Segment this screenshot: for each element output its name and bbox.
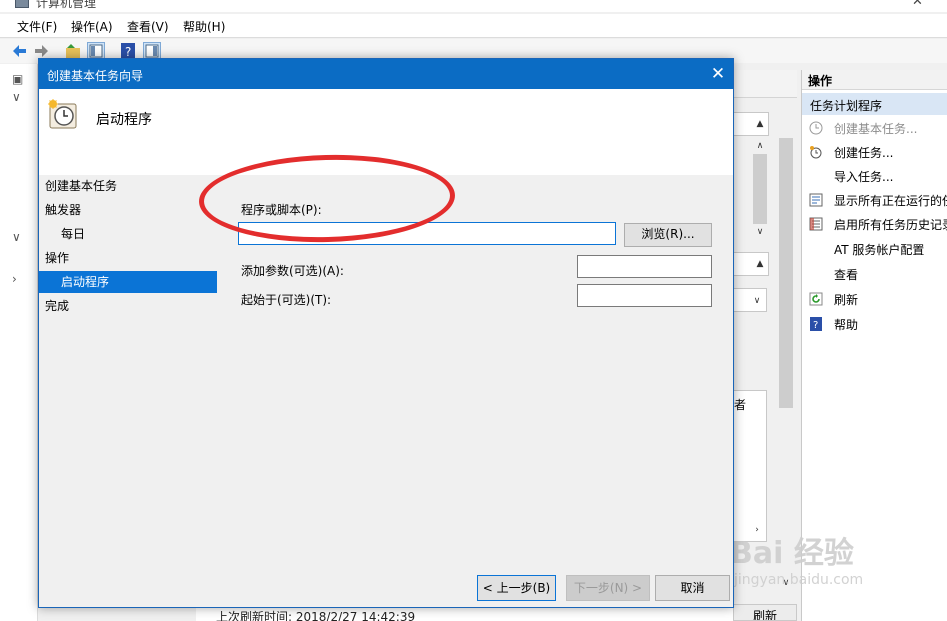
window-title: 计算机管理 bbox=[36, 0, 97, 10]
action-refresh[interactable]: 刷新 bbox=[802, 288, 947, 310]
tree-expand-icon[interactable]: ∨ bbox=[12, 230, 21, 244]
action-import-task[interactable]: 导入任务... bbox=[802, 165, 947, 187]
tree-expand-icon[interactable]: ∨ bbox=[12, 90, 21, 104]
actions-section-task-scheduler[interactable]: 任务计划程序 bbox=[802, 93, 947, 115]
svg-text:?: ? bbox=[125, 45, 131, 59]
menu-file[interactable]: 文件(F) bbox=[17, 18, 57, 35]
next-button[interactable]: 下一步(N) > bbox=[566, 575, 650, 601]
combo-box[interactable]: ▲ bbox=[733, 112, 769, 136]
step-finish[interactable]: 完成 bbox=[45, 297, 69, 314]
up-arrow-icon[interactable]: ▲ bbox=[754, 117, 766, 131]
scrollbar[interactable]: ∧ ∨ bbox=[751, 140, 769, 240]
menubar: 文件(F) 操作(A) 查看(V) 帮助(H) bbox=[0, 14, 947, 38]
center-header bbox=[733, 70, 797, 98]
action-create-basic-task[interactable]: 创建基本任务... bbox=[802, 117, 947, 139]
history-icon bbox=[809, 217, 823, 231]
computer-management-icon bbox=[15, 0, 29, 8]
start-in-label: 起始于(可选)(T): bbox=[241, 293, 332, 307]
action-show-running-tasks[interactable]: 显示所有正在运行的任务 bbox=[802, 189, 947, 211]
combo-box[interactable]: ▲ bbox=[733, 252, 769, 276]
dialog-title: 创建基本任务向导 bbox=[47, 69, 144, 83]
step-action[interactable]: 操作 bbox=[45, 249, 69, 266]
close-icon[interactable]: ✕ bbox=[703, 62, 733, 86]
action-view[interactable]: 查看 bbox=[802, 263, 947, 285]
status-bar: 上次刷新时间: 2018/2/27 14:42:39 bbox=[196, 606, 736, 621]
scrollbar[interactable] bbox=[777, 132, 795, 512]
scheduled-task-clock-icon bbox=[47, 99, 79, 131]
wizard-page-title: 启动程序 bbox=[96, 112, 152, 128]
chevron-down-icon[interactable]: ∨ bbox=[750, 294, 764, 308]
up-arrow-icon[interactable]: ▲ bbox=[754, 257, 766, 271]
menu-view[interactable]: 查看(V) bbox=[127, 18, 169, 35]
browse-button[interactable]: 浏览(R)... bbox=[624, 223, 712, 247]
cancel-button[interactable]: 取消 bbox=[655, 575, 730, 601]
dialog-titlebar: 创建基本任务向导 ✕ bbox=[39, 59, 733, 89]
action-enable-history[interactable]: 启用所有任务历史记录 bbox=[802, 213, 947, 235]
center-pane: ▲ ∧ ∨ ▲ ∨ 者 › ∨ bbox=[733, 70, 797, 621]
scroll-down-icon[interactable]: ∨ bbox=[779, 576, 793, 590]
last-refresh-text: 上次刷新时间: 2018/2/27 14:42:39 bbox=[216, 610, 416, 621]
create-basic-task-wizard: 创建基本任务向导 ✕ 启动程序 创建基本任务 触发器 每日 操作 启动程序 完成… bbox=[38, 58, 734, 608]
wizard-header: 启动程序 bbox=[39, 89, 733, 175]
tree-collapse-icon[interactable]: › bbox=[12, 272, 17, 286]
running-tasks-icon bbox=[809, 193, 823, 207]
program-script-label: 程序或脚本(P): bbox=[241, 203, 322, 217]
refresh-button[interactable]: 刷新 bbox=[733, 604, 797, 621]
dropdown[interactable]: ∨ bbox=[733, 288, 767, 312]
add-arguments-input[interactable] bbox=[577, 255, 712, 278]
window-close-icon[interactable]: ✕ bbox=[912, 0, 923, 9]
step-create-basic-task[interactable]: 创建基本任务 bbox=[45, 177, 117, 194]
actions-header: 操作 bbox=[802, 70, 947, 90]
menu-action[interactable]: 操作(A) bbox=[71, 18, 113, 35]
detail-text: 者 bbox=[734, 398, 747, 412]
create-task-icon bbox=[809, 145, 823, 159]
add-arguments-label: 添加参数(可选)(A): bbox=[241, 264, 344, 278]
refresh-icon bbox=[809, 292, 823, 306]
actions-pane: 操作 任务计划程序 创建基本任务... 创建任务... 导入任务... 显示所有… bbox=[801, 70, 947, 621]
scroll-right-icon[interactable]: › bbox=[750, 523, 764, 537]
program-script-input[interactable] bbox=[238, 222, 616, 245]
window-titlebar: 计算机管理 ✕ bbox=[0, 0, 947, 12]
action-create-task[interactable]: 创建任务... bbox=[802, 141, 947, 163]
step-daily[interactable]: 每日 bbox=[61, 225, 85, 242]
back-button[interactable]: < 上一步(B) bbox=[477, 575, 556, 601]
step-trigger[interactable]: 触发器 bbox=[45, 201, 81, 218]
action-help[interactable]: ? 帮助 bbox=[802, 313, 947, 335]
help-icon: ? bbox=[809, 317, 823, 331]
detail-box: 者 › bbox=[733, 390, 767, 542]
wizard-steps: 创建基本任务 触发器 每日 操作 启动程序 完成 bbox=[39, 175, 217, 475]
action-at-service-config[interactable]: AT 服务帐户配置 bbox=[802, 238, 947, 260]
menu-help[interactable]: 帮助(H) bbox=[183, 18, 225, 35]
svg-text:?: ? bbox=[813, 320, 818, 331]
tree-node-icon[interactable]: ▣ bbox=[12, 72, 23, 86]
console-tree: ▣ ∨ ∨ › bbox=[0, 64, 38, 621]
task-wizard-icon bbox=[809, 121, 823, 135]
scroll-down-icon[interactable]: ∨ bbox=[753, 226, 767, 238]
back-arrow-icon[interactable] bbox=[10, 42, 28, 60]
start-in-input[interactable] bbox=[577, 284, 712, 307]
step-start-program[interactable]: 启动程序 bbox=[39, 271, 217, 293]
scroll-up-icon[interactable]: ∧ bbox=[753, 140, 767, 152]
